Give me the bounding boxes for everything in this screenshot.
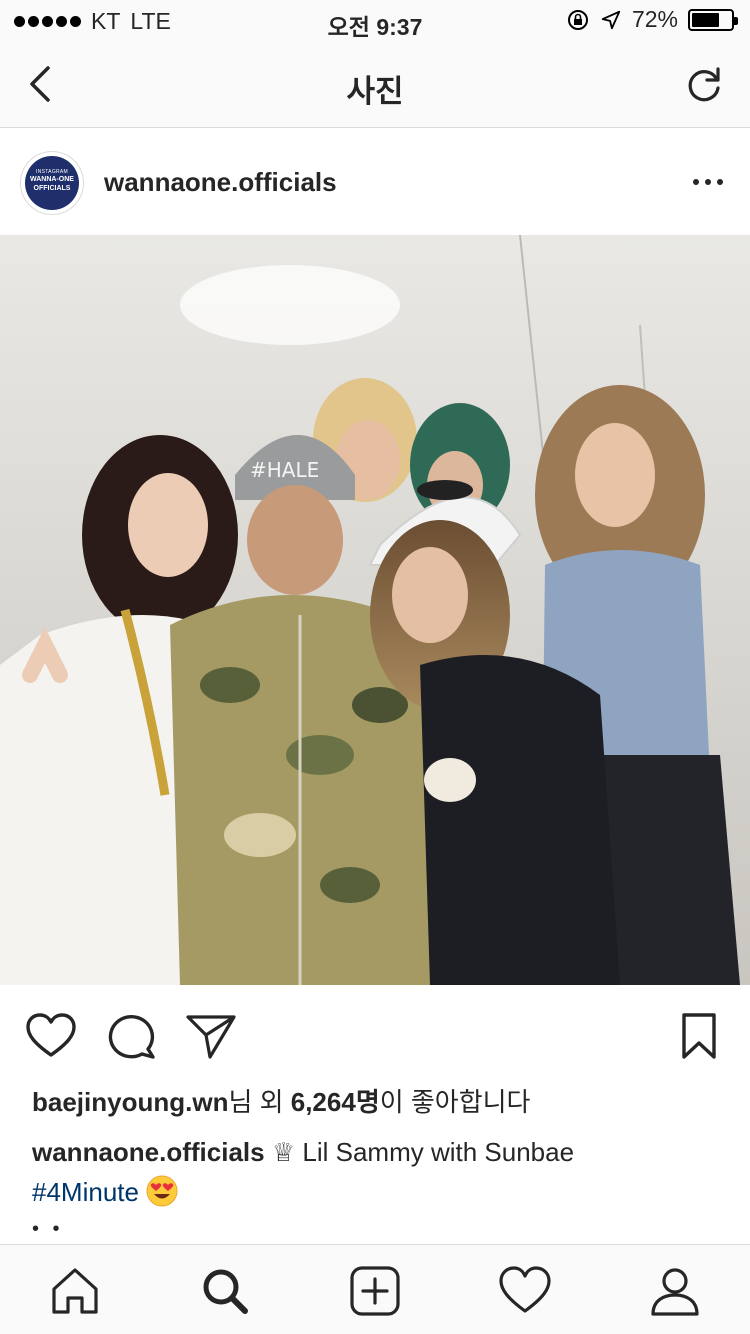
crown-icon: ♕ <box>271 1137 296 1167</box>
add-post-icon[interactable] <box>347 1263 403 1319</box>
profile-icon[interactable] <box>647 1263 703 1319</box>
likes-text-mid: 님 외 <box>228 1087 291 1117</box>
avatar-logo: INSTAGRAM WANNA-ONE OFFICIALS <box>25 156 79 210</box>
send-icon[interactable] <box>184 1011 238 1061</box>
avatar-line-2: OFFICIALS <box>33 185 71 192</box>
comment-icon[interactable] <box>104 1011 158 1061</box>
status-bar: KT LTE 오전 9:37 72% <box>0 0 750 40</box>
tab-bar <box>0 1244 750 1334</box>
caption-username[interactable]: wannaone.officials <box>32 1137 265 1167</box>
caption: wannaone.officials ♕ Lil Sammy with Sunb… <box>32 1132 722 1212</box>
avatar[interactable]: INSTAGRAM WANNA-ONE OFFICIALS <box>20 151 84 215</box>
photo-illustration: #HALE <box>0 235 750 985</box>
avatar-line-1: WANNA-ONE <box>30 176 74 183</box>
post-photo[interactable]: #HALE <box>0 235 750 985</box>
orientation-lock-icon <box>567 9 588 30</box>
caption-text: Lil Sammy with Sunbae <box>295 1137 575 1167</box>
post-username[interactable]: wannaone.officials <box>104 167 337 198</box>
home-icon[interactable] <box>47 1263 103 1319</box>
heart-icon[interactable] <box>24 1011 78 1061</box>
nav-bar: 사진 <box>0 40 750 128</box>
page-title: 사진 <box>346 74 404 109</box>
post-header: INSTAGRAM WANNA-ONE OFFICIALS wannaone.o… <box>0 129 750 235</box>
more-horizontal-icon[interactable] <box>688 167 728 197</box>
post-actions <box>0 985 750 1085</box>
svg-text:#HALE: #HALE <box>250 458 319 482</box>
bookmark-icon[interactable] <box>672 1011 726 1061</box>
search-icon[interactable] <box>197 1263 253 1319</box>
likes-text-end: 이 좋아합니다 <box>379 1087 531 1117</box>
activity-heart-icon[interactable] <box>497 1263 553 1319</box>
battery-percent: 72% <box>631 6 678 32</box>
heart-eyes-emoji <box>146 1175 178 1207</box>
location-arrow-icon <box>601 10 621 29</box>
hashtag-link[interactable]: #4Minute <box>32 1177 139 1207</box>
battery-fill <box>692 12 720 27</box>
status-right: 72% <box>566 6 738 33</box>
likes-user[interactable]: baejinyoung.wn <box>32 1087 228 1117</box>
more-comments-dots[interactable]: • • <box>32 1218 64 1241</box>
battery-icon <box>688 8 738 31</box>
likes-count[interactable]: 6,264명 <box>291 1087 380 1117</box>
likes-summary[interactable]: baejinyoung.wn님 외 6,264명이 좋아합니다 <box>32 1082 530 1119</box>
refresh-icon[interactable] <box>680 60 728 108</box>
chevron-left-icon[interactable] <box>20 60 68 108</box>
